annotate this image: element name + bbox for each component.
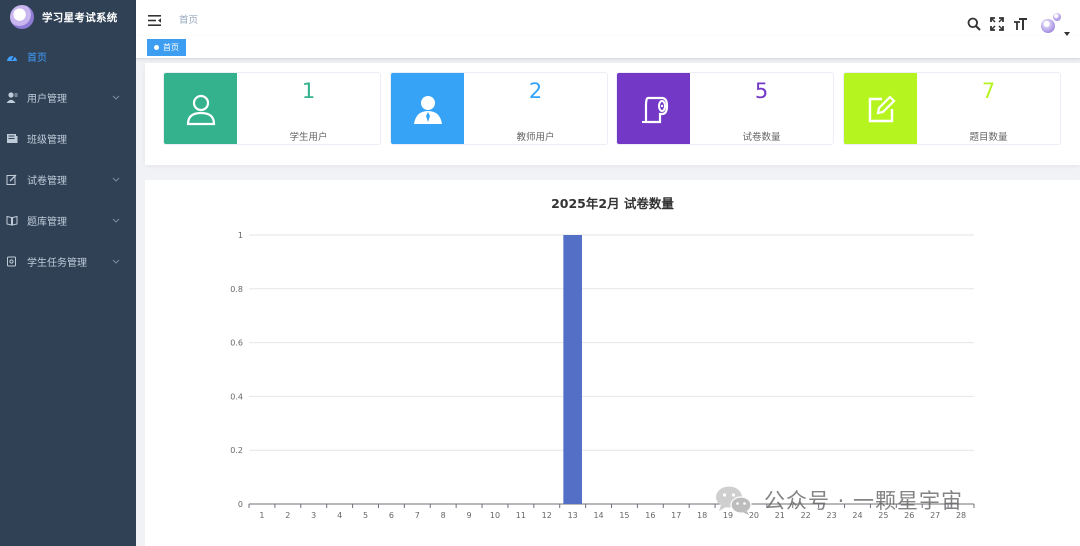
dashboard-icon (6, 51, 18, 63)
teacher-user-icon (391, 73, 464, 144)
sidebar-item-student-tasks[interactable]: 学生任务管理 (0, 241, 136, 282)
stat-label: 试卷数量 (742, 132, 781, 143)
stat-label: 教师用户 (516, 132, 555, 143)
x-tick-label: 2 (285, 511, 290, 520)
sidebar-item-users[interactable]: 用户管理 (0, 77, 136, 118)
x-tick-label: 7 (415, 511, 420, 520)
sidebar-item-label: 题库管理 (27, 217, 67, 228)
sidebar-item-papers[interactable]: 试卷管理 (0, 159, 136, 200)
sidebar-item-label: 首页 (27, 53, 47, 64)
y-tick-label: 0 (238, 500, 243, 509)
chevron-down-icon (112, 174, 120, 185)
x-tick-label: 11 (516, 511, 526, 520)
x-tick-label: 4 (337, 511, 342, 520)
logo (10, 5, 34, 29)
chevron-down-icon (112, 256, 120, 267)
wechat-icon (714, 484, 752, 516)
watermark-text: 公众号 · 一颗星宇宙 (764, 489, 964, 513)
user-icon (6, 92, 18, 104)
x-tick-label: 18 (697, 511, 707, 520)
stat-card-students[interactable]: 1 学生用户 (163, 72, 381, 145)
stats-panel: 1 学生用户 2 教师用户 5 试卷数量 7 题目数量 (145, 63, 1080, 165)
navbar: 首页 (136, 0, 1080, 36)
sidebar-item-question-bank[interactable]: 题库管理 (0, 200, 136, 241)
sidebar-item-label: 用户管理 (27, 94, 67, 105)
fullscreen-icon[interactable] (990, 16, 1004, 31)
x-tick-label: 14 (593, 511, 603, 520)
y-tick-label: 0.2 (230, 446, 243, 455)
sidebar-item-label: 班级管理 (27, 135, 67, 146)
y-tick-label: 0.8 (230, 285, 243, 294)
x-tick-label: 9 (467, 511, 472, 520)
stat-value: 7 (981, 79, 996, 103)
stat-card-teachers[interactable]: 2 教师用户 (390, 72, 608, 145)
task-icon (6, 256, 18, 268)
class-icon (6, 133, 18, 145)
x-tick-label: 15 (619, 511, 629, 520)
menu-toggle-icon[interactable] (148, 11, 161, 30)
stat-card-papers[interactable]: 5 试卷数量 (616, 72, 834, 145)
chevron-down-icon (112, 215, 120, 226)
student-user-icon (164, 73, 237, 144)
brand[interactable]: 学习星考试系统 (0, 0, 136, 34)
chevron-down-icon (112, 92, 120, 103)
x-tick-label: 17 (671, 511, 681, 520)
sidebar-item-label: 试卷管理 (27, 176, 67, 187)
breadcrumb: 首页 (179, 15, 199, 26)
stat-card-questions[interactable]: 7 题目数量 (843, 72, 1061, 145)
tag-label: 首页 (163, 43, 179, 52)
active-dot (154, 45, 159, 50)
sidebar-item-home[interactable]: 首页 (0, 36, 136, 77)
x-tick-label: 8 (441, 511, 446, 520)
stat-label: 学生用户 (289, 132, 328, 143)
tag-home[interactable]: 首页 (147, 39, 186, 56)
watermark: 公众号 · 一颗星宇宙 (714, 484, 963, 516)
edit-icon (6, 174, 18, 186)
font-size-icon[interactable] (1013, 17, 1028, 31)
y-tick-label: 0.6 (230, 339, 243, 348)
search-icon[interactable] (967, 17, 981, 31)
x-tick-label: 1 (259, 511, 264, 520)
x-tick-label: 5 (363, 511, 368, 520)
sidebar-item-label: 学生任务管理 (27, 258, 87, 269)
sidebar-menu: 首页 用户管理 班级管理 试卷管理 题库管理 学生任务管理 (0, 36, 136, 282)
stat-label: 题目数量 (969, 132, 1008, 143)
book-icon (6, 215, 18, 227)
stat-value: 1 (301, 79, 316, 103)
stat-value: 5 (754, 79, 769, 103)
paper-roll-icon (617, 73, 690, 144)
x-tick-label: 16 (645, 511, 655, 520)
x-tick-label: 3 (311, 511, 316, 520)
y-tick-label: 1 (238, 231, 243, 240)
x-tick-label: 6 (389, 511, 394, 520)
avatar[interactable] (1039, 12, 1063, 35)
x-tick-label: 10 (490, 511, 500, 520)
bar (563, 235, 582, 504)
stat-value: 2 (528, 79, 543, 103)
tags-view: 首页 (136, 36, 1080, 59)
y-tick-label: 0.4 (230, 392, 243, 401)
x-tick-label: 13 (568, 511, 578, 520)
app-title: 学习星考试系统 (42, 11, 118, 24)
question-edit-icon (844, 73, 917, 144)
x-tick-label: 12 (542, 511, 552, 520)
sidebar: 学习星考试系统 首页 用户管理 班级管理 试卷管理 题库管理 学生任务管理 (0, 0, 136, 546)
sidebar-item-classes[interactable]: 班级管理 (0, 118, 136, 159)
